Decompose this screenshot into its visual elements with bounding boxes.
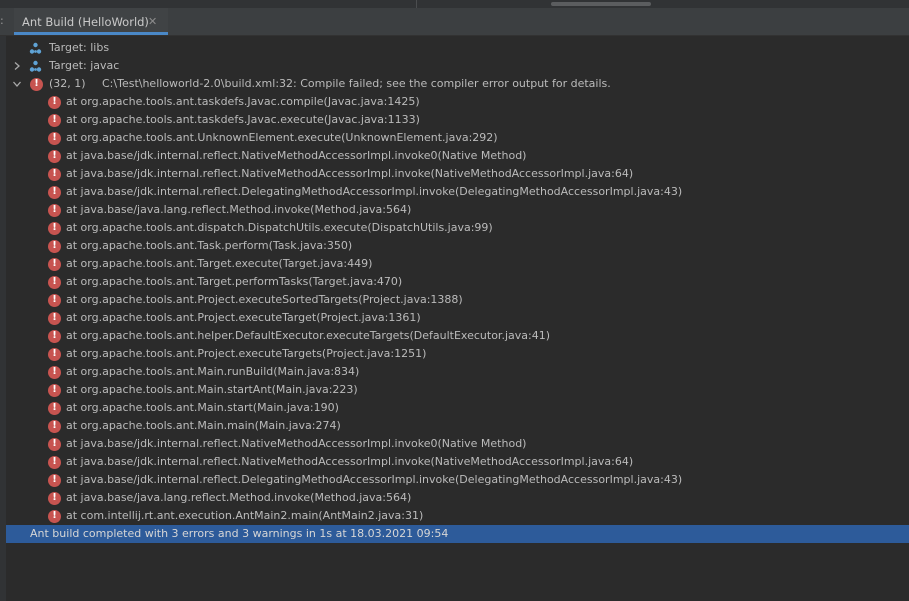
stack-trace-row[interactable]: ! at java.base/jdk.internal.reflect.Deleg…	[6, 471, 909, 489]
stack-trace-line: at org.apache.tools.ant.Main.start(Main.…	[66, 401, 339, 414]
stack-trace-line: at java.base/java.lang.reflect.Method.in…	[66, 203, 412, 216]
stack-trace-row[interactable]: ! at java.base/java.lang.reflect.Method.i…	[6, 489, 909, 507]
stack-trace-line: at java.base/jdk.internal.reflect.Delega…	[66, 473, 683, 486]
error-icon: !	[30, 78, 43, 91]
stack-trace-line: at org.apache.tools.ant.helper.DefaultEx…	[66, 329, 550, 342]
stack-trace-row[interactable]: ! at java.base/jdk.internal.reflect.Nativ…	[6, 165, 909, 183]
tab-ant-build-label: Ant Build (HelloWorld)	[22, 15, 149, 29]
stack-trace-list: ! at org.apache.tools.ant.taskdefs.Javac.…	[6, 93, 909, 525]
error-icon: !	[48, 240, 61, 253]
tool-window-tab-bar: : Ant Build (HelloWorld) ✕	[0, 8, 909, 36]
stack-trace-row[interactable]: ! at org.apache.tools.ant.Main.runBuild(M…	[6, 363, 909, 381]
error-icon: !	[48, 474, 61, 487]
error-icon: !	[48, 312, 61, 325]
tree-row-error[interactable]: ! (32, 1) C:\Test\helloworld-2.0\build.x…	[6, 75, 909, 93]
error-icon: !	[48, 366, 61, 379]
stack-trace-row[interactable]: ! at org.apache.tools.ant.Target.performT…	[6, 273, 909, 291]
stack-trace-row[interactable]: ! at org.apache.tools.ant.UnknownElement.…	[6, 129, 909, 147]
stack-trace-row[interactable]: ! at org.apache.tools.ant.taskdefs.Javac.…	[6, 111, 909, 129]
error-icon: !	[48, 294, 61, 307]
error-icon: !	[48, 492, 61, 505]
error-icon: !	[48, 348, 61, 361]
error-icon: !	[48, 168, 61, 181]
stack-trace-line: at org.apache.tools.ant.Project.executeT…	[66, 311, 421, 324]
error-icon: !	[48, 186, 61, 199]
top-strip-separator	[416, 0, 417, 8]
stack-trace-row[interactable]: ! at org.apache.tools.ant.Main.startAnt(M…	[6, 381, 909, 399]
chevron-down-icon[interactable]	[12, 79, 22, 89]
stack-trace-row[interactable]: ! at java.base/jdk.internal.reflect.Nativ…	[6, 147, 909, 165]
error-icon: !	[48, 204, 61, 217]
stack-trace-line: at java.base/jdk.internal.reflect.Delega…	[66, 185, 683, 198]
stack-trace-line: at java.base/jdk.internal.reflect.Native…	[66, 437, 527, 450]
stack-trace-line: at org.apache.tools.ant.Main.startAnt(Ma…	[66, 383, 358, 396]
stack-trace-line: at org.apache.tools.ant.dispatch.Dispatc…	[66, 221, 493, 234]
tab-ant-build[interactable]: Ant Build (HelloWorld) ✕	[14, 8, 168, 35]
tree-row-target-libs[interactable]: Target: libs	[6, 39, 909, 57]
stack-trace-line: at org.apache.tools.ant.Project.executeS…	[66, 293, 463, 306]
chevron-right-icon[interactable]	[12, 61, 22, 71]
stack-trace-row[interactable]: ! at java.base/jdk.internal.reflect.Deleg…	[6, 183, 909, 201]
horizontal-scrollbar-thumb[interactable]	[551, 2, 651, 6]
build-output-tree: Target: libs Target: javac ! (32, 1) C:\…	[6, 39, 909, 525]
stack-trace-row[interactable]: ! at org.apache.tools.ant.Main.main(Main.…	[6, 417, 909, 435]
tree-row-build-status[interactable]: Ant build completed with 3 errors and 3 …	[6, 525, 909, 543]
error-icon: !	[48, 222, 61, 235]
stack-trace-line: at org.apache.tools.ant.UnknownElement.e…	[66, 131, 498, 144]
error-icon: !	[48, 420, 61, 433]
stack-trace-line: at org.apache.tools.ant.Main.runBuild(Ma…	[66, 365, 360, 378]
target-label: Target: libs	[49, 41, 110, 54]
close-icon[interactable]: ✕	[148, 15, 157, 28]
top-strip	[0, 0, 909, 8]
stack-trace-line: at org.apache.tools.ant.Project.executeT…	[66, 347, 427, 360]
tree-row-target-javac[interactable]: Target: javac	[6, 57, 909, 75]
error-icon: !	[48, 330, 61, 343]
error-message: C:\Test\helloworld-2.0\build.xml:32: Com…	[102, 77, 611, 90]
stack-trace-line: at org.apache.tools.ant.Task.perform(Tas…	[66, 239, 353, 252]
ant-target-icon	[29, 60, 42, 72]
stack-trace-row[interactable]: ! at org.apache.tools.ant.Task.perform(Ta…	[6, 237, 909, 255]
stack-trace-row[interactable]: ! at java.base/jdk.internal.reflect.Nativ…	[6, 435, 909, 453]
stack-trace-line: at com.intellij.rt.ant.execution.AntMain…	[66, 509, 424, 522]
error-icon: !	[48, 258, 61, 271]
error-icon: !	[48, 402, 61, 415]
stack-trace-line: at java.base/jdk.internal.reflect.Native…	[66, 149, 527, 162]
stack-trace-row[interactable]: ! at org.apache.tools.ant.taskdefs.Javac.…	[6, 93, 909, 111]
stack-trace-row[interactable]: ! at java.base/jdk.internal.reflect.Nativ…	[6, 453, 909, 471]
target-label: Target: javac	[49, 59, 120, 72]
error-icon: !	[48, 438, 61, 451]
tool-window-menu-icon[interactable]: :	[0, 14, 6, 28]
error-icon: !	[48, 456, 61, 469]
stack-trace-row[interactable]: ! at org.apache.tools.ant.Project.execute…	[6, 291, 909, 309]
stack-trace-row[interactable]: ! at org.apache.tools.ant.Project.execute…	[6, 309, 909, 327]
error-icon: !	[48, 510, 61, 523]
stack-trace-line: at org.apache.tools.ant.taskdefs.Javac.e…	[66, 113, 420, 126]
error-icon: !	[48, 96, 61, 109]
stack-trace-row[interactable]: ! at org.apache.tools.ant.helper.DefaultE…	[6, 327, 909, 345]
stack-trace-row[interactable]: ! at org.apache.tools.ant.dispatch.Dispat…	[6, 219, 909, 237]
error-icon: !	[48, 276, 61, 289]
stack-trace-line: at java.base/jdk.internal.reflect.Native…	[66, 167, 634, 180]
stack-trace-row[interactable]: ! at org.apache.tools.ant.Main.start(Main…	[6, 399, 909, 417]
error-location: (32, 1)	[49, 77, 86, 90]
build-status-text: Ant build completed with 3 errors and 3 …	[30, 527, 449, 540]
stack-trace-line: at org.apache.tools.ant.Target.performTa…	[66, 275, 403, 288]
error-icon: !	[48, 150, 61, 163]
stack-trace-row[interactable]: ! at org.apache.tools.ant.Target.execute(…	[6, 255, 909, 273]
stack-trace-row[interactable]: ! at org.apache.tools.ant.Project.execute…	[6, 345, 909, 363]
stack-trace-line: at org.apache.tools.ant.taskdefs.Javac.c…	[66, 95, 420, 108]
stack-trace-row[interactable]: ! at com.intellij.rt.ant.execution.AntMai…	[6, 507, 909, 525]
error-icon: !	[48, 114, 61, 127]
error-icon: !	[48, 384, 61, 397]
ant-target-icon	[29, 42, 42, 54]
stack-trace-row[interactable]: ! at java.base/java.lang.reflect.Method.i…	[6, 201, 909, 219]
stack-trace-line: at java.base/jdk.internal.reflect.Native…	[66, 455, 634, 468]
error-icon: !	[48, 132, 61, 145]
stack-trace-line: at java.base/java.lang.reflect.Method.in…	[66, 491, 412, 504]
stack-trace-line: at org.apache.tools.ant.Main.main(Main.j…	[66, 419, 341, 432]
stack-trace-line: at org.apache.tools.ant.Target.execute(T…	[66, 257, 373, 270]
